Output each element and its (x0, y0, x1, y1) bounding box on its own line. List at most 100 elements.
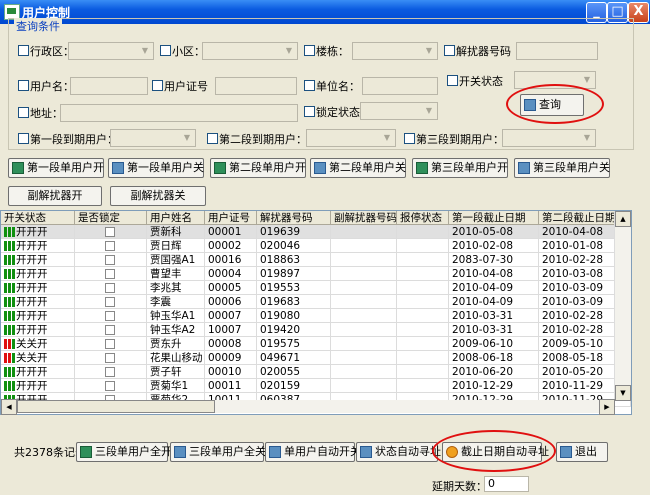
chevron-down-icon: ▼ (383, 133, 391, 142)
name-cell: 钟玉华A1 (147, 309, 205, 323)
lock-checkbox[interactable] (105, 339, 115, 349)
stage3-expire-checkbox[interactable] (404, 133, 415, 144)
lock-checkbox[interactable] (105, 381, 115, 391)
column-header[interactable]: 是否锁定 (75, 211, 147, 225)
scroll-up-icon[interactable]: ▲ (615, 211, 631, 227)
stage3-off-button[interactable]: 第三段单用户关 (514, 158, 610, 178)
status-bar-icon (12, 353, 15, 363)
stage2-expire-label: 第二段到期用户： (219, 133, 307, 146)
auto-switch-button[interactable]: 单用户自动开关 (265, 442, 361, 462)
table-row[interactable]: 关关开 花果山移动 00009 049671 2008-06-18 2008-05-18 (1, 351, 631, 365)
table-row[interactable]: 开开开 钟玉华A1 00007 019080 2010-03-31 2010-02-28 (1, 309, 631, 323)
subdistrict-select[interactable]: ▼ (202, 42, 298, 60)
lock-checkbox[interactable] (105, 241, 115, 251)
table-row[interactable]: 开开开 曹望丰 00004 019897 2010-04-08 2010-03-08 (1, 267, 631, 281)
sub-cell (331, 295, 397, 309)
exit-button[interactable]: 退出 (556, 442, 608, 462)
status-bar-icon (12, 297, 15, 307)
table-row[interactable]: 开开开 贾日辉 00002 020046 2010-02-08 2010-01-08 (1, 239, 631, 253)
stage3-all-off-button[interactable]: 三段单用户全关 (170, 442, 266, 462)
stage1-expire-select[interactable]: ▼ (110, 129, 196, 147)
d1-cell: 2009-06-10 (449, 337, 539, 351)
stop-cell (397, 337, 449, 351)
column-header[interactable]: 副解扰器号码 (331, 211, 397, 225)
cert-cell: 00005 (205, 281, 257, 295)
column-header[interactable]: 解扰器号码 (257, 211, 331, 225)
table-row[interactable]: 开开开 贾菊华1 00011 020159 2010-12-29 2010-11-29 (1, 379, 631, 393)
lock-checkbox[interactable] (105, 227, 115, 237)
jammer-no-checkbox[interactable] (444, 45, 455, 56)
d1-cell: 2010-04-09 (449, 295, 539, 309)
jammer-no-input[interactable] (516, 42, 598, 60)
lock-checkbox[interactable] (105, 367, 115, 377)
address-checkbox[interactable] (18, 107, 29, 118)
jammer-cell: 019683 (257, 295, 331, 309)
district-checkbox[interactable] (18, 45, 29, 56)
column-header[interactable]: 开关状态 (1, 211, 75, 225)
username-checkbox[interactable] (18, 80, 29, 91)
sub-jammer-on-button[interactable]: 副解扰器开 (8, 186, 102, 206)
chevron-down-icon: ▼ (583, 75, 591, 84)
column-header[interactable]: 报停状态 (397, 211, 449, 225)
lock-checkbox[interactable] (105, 311, 115, 321)
username-input[interactable] (70, 77, 148, 95)
column-header[interactable]: 用户姓名 (147, 211, 205, 225)
column-header[interactable]: 第一段截止日期 (449, 211, 539, 225)
status-bar-icon (4, 325, 7, 335)
lock-state-checkbox[interactable] (304, 106, 315, 117)
lock-checkbox[interactable] (105, 297, 115, 307)
table-row[interactable]: 开开开 李兆其 00005 019553 2010-04-09 2010-03-09 (1, 281, 631, 295)
status-text: 开开开 (16, 268, 48, 280)
lock-checkbox[interactable] (105, 325, 115, 335)
scroll-left-icon[interactable]: ◀ (1, 399, 17, 415)
delay-days-input[interactable]: 0 (484, 476, 529, 492)
table-row[interactable]: 开开开 钟玉华A2 10007 019420 2010-03-31 2010-02-28 (1, 323, 631, 337)
table-row[interactable]: 开开开 贾国强A1 00016 018863 2083-07-30 2010-02-28 (1, 253, 631, 267)
switch-state-checkbox[interactable] (447, 75, 458, 86)
table-row[interactable]: 开开开 李震 00006 019683 2010-04-09 2010-03-09 (1, 295, 631, 309)
stage2-expire-select[interactable]: ▼ (306, 129, 396, 147)
subdistrict-checkbox[interactable] (160, 45, 171, 56)
address-input[interactable] (60, 104, 298, 122)
scroll-down-icon[interactable]: ▼ (615, 385, 631, 401)
scroll-right-icon[interactable]: ▶ (599, 399, 615, 415)
unit-input[interactable] (362, 77, 438, 95)
unit-checkbox[interactable] (304, 80, 315, 91)
lock-checkbox[interactable] (105, 269, 115, 279)
stage1-off-button[interactable]: 第一段单用户关 (108, 158, 204, 178)
stage3-all-on-button[interactable]: 三段单用户全开 (76, 442, 172, 462)
stage2-off-button[interactable]: 第二段单用户关 (310, 158, 406, 178)
lock-checkbox[interactable] (105, 255, 115, 265)
table-row[interactable]: 开开开 贾新科 00001 019639 2010-05-08 2010-04-08 (1, 225, 631, 239)
vertical-scrollbar[interactable]: ▲ ▼ (614, 211, 631, 401)
lock-checkbox[interactable] (105, 283, 115, 293)
building-select[interactable]: ▼ (352, 42, 438, 60)
status-bar-icon (8, 297, 11, 307)
horizontal-scrollbar[interactable]: ◀ ▶ (1, 399, 615, 415)
stage1-on-button[interactable]: 第一段单用户开 (8, 158, 104, 178)
user-cert-input[interactable] (215, 77, 297, 95)
status-bar-icon (4, 381, 7, 391)
stage3-expire-select[interactable]: ▼ (502, 129, 596, 147)
stage1-expire-checkbox[interactable] (18, 133, 29, 144)
delay-days-label: 延期天数： (432, 480, 487, 493)
stop-cell (397, 379, 449, 393)
status-cell: 开开开 (1, 379, 75, 393)
lock-state-select[interactable]: ▼ (360, 102, 438, 120)
user-cert-checkbox[interactable] (152, 80, 163, 91)
name-cell: 贾菊华1 (147, 379, 205, 393)
user-table[interactable]: 开关状态 是否锁定 用户姓名 用户证号 解扰器号码 副解扰器号码 报停状态 第一… (0, 210, 632, 415)
district-select[interactable]: ▼ (68, 42, 154, 60)
building-checkbox[interactable] (304, 45, 315, 56)
stage2-on-button[interactable]: 第二段单用户开 (210, 158, 306, 178)
stage2-expire-checkbox[interactable] (207, 133, 218, 144)
scroll-thumb[interactable] (17, 400, 215, 413)
auto-seek-button[interactable]: 状态自动寻址 (356, 442, 441, 462)
sub-jammer-off-button[interactable]: 副解扰器关 (110, 186, 206, 206)
table-row[interactable]: 关关开 贾东升 00008 019575 2009-06-10 2009-05-10 (1, 337, 631, 351)
table-row[interactable]: 开开开 贾子轩 00010 020055 2010-06-20 2010-05-20 (1, 365, 631, 379)
name-cell: 李兆其 (147, 281, 205, 295)
column-header[interactable]: 用户证号 (205, 211, 257, 225)
lock-checkbox[interactable] (105, 353, 115, 363)
stage3-on-button[interactable]: 第三段单用户开 (412, 158, 508, 178)
